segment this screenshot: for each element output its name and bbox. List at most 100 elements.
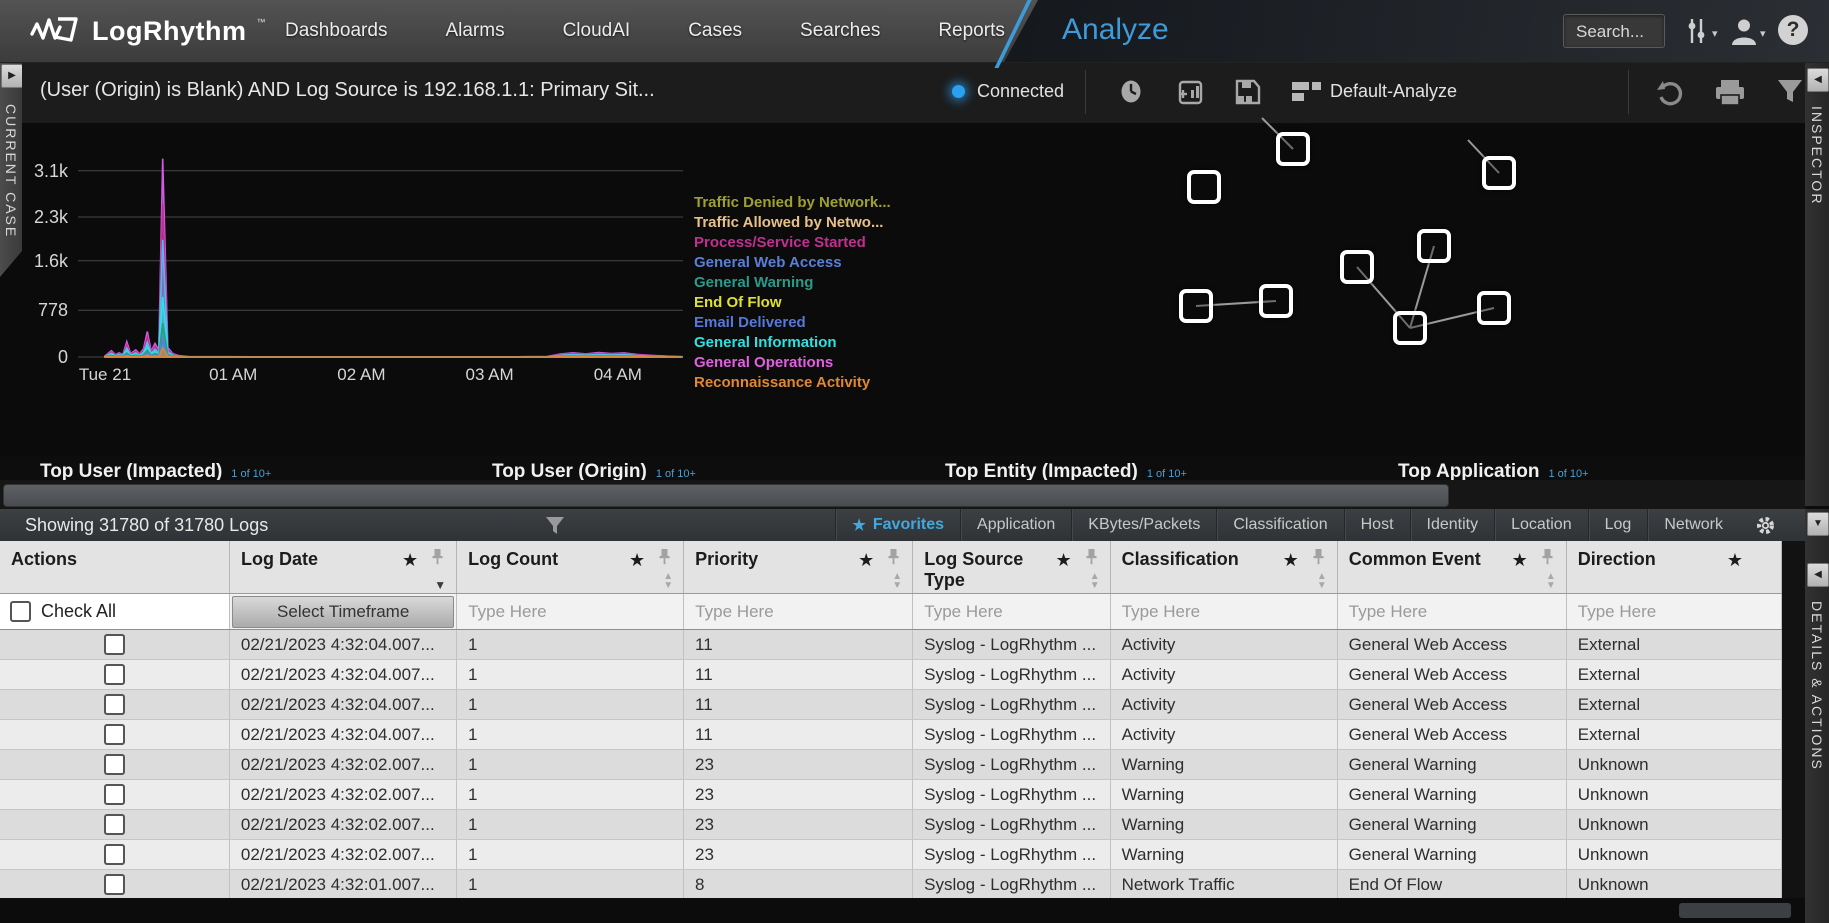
inspector-strip[interactable]: ◀ INSPECTOR — [1805, 62, 1829, 506]
column-favorite-star-icon[interactable]: ★ — [402, 550, 418, 571]
sort-desc-icon[interactable]: ▼ — [434, 581, 446, 590]
details-expand-icon[interactable]: ◀ — [1807, 563, 1829, 587]
tab-log[interactable]: Log — [1588, 509, 1648, 541]
sort-toggle-icon[interactable]: ▲▼ — [892, 572, 902, 590]
tab-analyze[interactable]: Analyze — [1062, 13, 1169, 47]
gear-icon[interactable] — [1756, 516, 1775, 540]
table-row[interactable]: 02/21/2023 4:32:04.007...111Syslog - Log… — [0, 660, 1782, 690]
row-checkbox[interactable] — [104, 634, 125, 655]
logrhythm-logo[interactable]: LogRhythm ™ — [30, 0, 265, 62]
graph-node[interactable] — [1417, 229, 1451, 263]
tab-location[interactable]: Location — [1494, 509, 1588, 541]
column-favorite-star-icon[interactable]: ★ — [1512, 550, 1528, 571]
widget-pager[interactable]: 1 of 10+ — [656, 468, 696, 480]
graph-node[interactable] — [1259, 284, 1293, 318]
sort-toggle-icon[interactable]: ▲▼ — [1090, 572, 1100, 590]
filter-input[interactable]: Type Here — [1338, 602, 1427, 622]
tab-favorites[interactable]: ★Favorites — [835, 509, 960, 541]
table-row[interactable]: 02/21/2023 4:32:02.007...123Syslog - Log… — [0, 810, 1782, 840]
column-pin-icon[interactable] — [1086, 548, 1097, 570]
graph-node[interactable] — [1187, 170, 1221, 204]
table-row[interactable]: 02/21/2023 4:32:02.007...123Syslog - Log… — [0, 840, 1782, 870]
row-checkbox[interactable] — [104, 844, 125, 865]
sort-toggle-icon[interactable]: ▲▼ — [1546, 572, 1556, 590]
graph-node[interactable] — [1482, 156, 1516, 190]
current-case-strip[interactable]: ▶ CURRENT CASE — [0, 62, 22, 277]
nav-item-cloudai[interactable]: CloudAI — [563, 20, 631, 42]
graph-node[interactable] — [1276, 132, 1310, 166]
column-header-direction[interactable]: Direction★ — [1567, 541, 1782, 593]
horizontal-scrollbar-thumb[interactable] — [3, 484, 1449, 507]
row-checkbox[interactable] — [104, 754, 125, 775]
column-pin-icon[interactable] — [888, 548, 899, 570]
column-pin-icon[interactable] — [432, 548, 443, 570]
filter-input[interactable]: Type Here — [684, 602, 773, 622]
sort-toggle-icon[interactable]: ▲▼ — [1317, 572, 1327, 590]
logs-collapse-icon[interactable]: ▼ — [1807, 512, 1829, 536]
row-checkbox[interactable] — [104, 784, 125, 805]
filter-input[interactable]: Type Here — [913, 602, 1002, 622]
column-header-log-count[interactable]: Log Count★▲▼ — [457, 541, 684, 593]
horizontal-scrollbar[interactable] — [0, 480, 1805, 509]
column-favorite-star-icon[interactable]: ★ — [1056, 550, 1072, 571]
column-header-actions[interactable]: Actions — [0, 541, 230, 593]
widget-pager[interactable]: 1 of 10+ — [1548, 468, 1588, 480]
column-header-classification[interactable]: Classification★▲▼ — [1111, 541, 1338, 593]
column-pin-icon[interactable] — [1542, 548, 1553, 570]
logs-bottom-scrollbar[interactable] — [0, 898, 1805, 923]
logs-bottom-scrollbar-thumb[interactable] — [1679, 903, 1791, 918]
check-all-checkbox[interactable] — [10, 601, 31, 622]
nav-item-searches[interactable]: Searches — [800, 20, 880, 42]
tab-classification[interactable]: Classification — [1216, 509, 1343, 541]
graph-node[interactable] — [1393, 311, 1427, 345]
row-checkbox[interactable] — [104, 814, 125, 835]
row-checkbox[interactable] — [104, 724, 125, 745]
graph-node[interactable] — [1179, 289, 1213, 323]
sort-toggle-icon[interactable]: ▲▼ — [663, 572, 673, 590]
nav-item-alarms[interactable]: Alarms — [445, 20, 504, 42]
tab-kbytes-packets[interactable]: KBytes/Packets — [1071, 509, 1216, 541]
table-row[interactable]: 02/21/2023 4:32:02.007...123Syslog - Log… — [0, 750, 1782, 780]
tab-identity[interactable]: Identity — [1410, 509, 1495, 541]
graph-node[interactable] — [1477, 291, 1511, 325]
preferences-sliders-icon[interactable] — [1686, 17, 1708, 50]
logs-vertical-scrollbar[interactable] — [1782, 541, 1805, 898]
column-pin-icon[interactable] — [659, 548, 670, 570]
row-checkbox[interactable] — [104, 694, 125, 715]
column-pin-icon[interactable] — [1313, 548, 1324, 570]
column-header-log-source-type[interactable]: Log Source Type★▲▼ — [913, 541, 1110, 593]
search-input[interactable]: Search... — [1563, 14, 1665, 48]
tab-application[interactable]: Application — [960, 509, 1071, 541]
table-row[interactable]: 02/21/2023 4:32:04.007...111Syslog - Log… — [0, 630, 1782, 660]
column-header-log-date[interactable]: Log Date★▼ — [230, 541, 457, 593]
preferences-caret-icon[interactable]: ▾ — [1712, 27, 1718, 40]
column-favorite-star-icon[interactable]: ★ — [1727, 550, 1743, 571]
widget-pager[interactable]: 1 of 10+ — [231, 468, 271, 480]
widget-pager[interactable]: 1 of 10+ — [1147, 468, 1187, 480]
filter-input[interactable]: Type Here — [1111, 602, 1200, 622]
tab-network[interactable]: Network — [1647, 509, 1739, 541]
column-favorite-star-icon[interactable]: ★ — [629, 550, 645, 571]
table-row[interactable]: 02/21/2023 4:32:02.007...123Syslog - Log… — [0, 780, 1782, 810]
inspector-expand-icon[interactable]: ◀ — [1807, 68, 1829, 92]
filter-input[interactable]: Type Here — [1567, 602, 1656, 622]
row-checkbox[interactable] — [104, 874, 125, 895]
nav-item-cases[interactable]: Cases — [688, 20, 742, 42]
column-favorite-star-icon[interactable]: ★ — [858, 550, 874, 571]
column-header-priority[interactable]: Priority★▲▼ — [684, 541, 913, 593]
logs-filter-icon[interactable] — [545, 516, 565, 541]
help-icon[interactable]: ? — [1778, 15, 1808, 45]
details-actions-strip[interactable]: ▼ ◀ DETAILS & ACTIONS — [1805, 509, 1829, 923]
filter-input[interactable]: Type Here — [457, 602, 546, 622]
user-icon[interactable] — [1730, 17, 1758, 50]
column-header-common-event[interactable]: Common Event★▲▼ — [1338, 541, 1567, 593]
graph-node[interactable] — [1340, 250, 1374, 284]
table-row[interactable]: 02/21/2023 4:32:01.007...18Syslog - LogR… — [0, 870, 1782, 900]
table-row[interactable]: 02/21/2023 4:32:04.007...111Syslog - Log… — [0, 690, 1782, 720]
current-case-expand-icon[interactable]: ▶ — [1, 64, 23, 88]
row-checkbox[interactable] — [104, 664, 125, 685]
table-row[interactable]: 02/21/2023 4:32:04.007...111Syslog - Log… — [0, 720, 1782, 750]
tab-host[interactable]: Host — [1344, 509, 1410, 541]
nav-item-dashboards[interactable]: Dashboards — [285, 20, 387, 42]
user-caret-icon[interactable]: ▾ — [1760, 27, 1766, 40]
